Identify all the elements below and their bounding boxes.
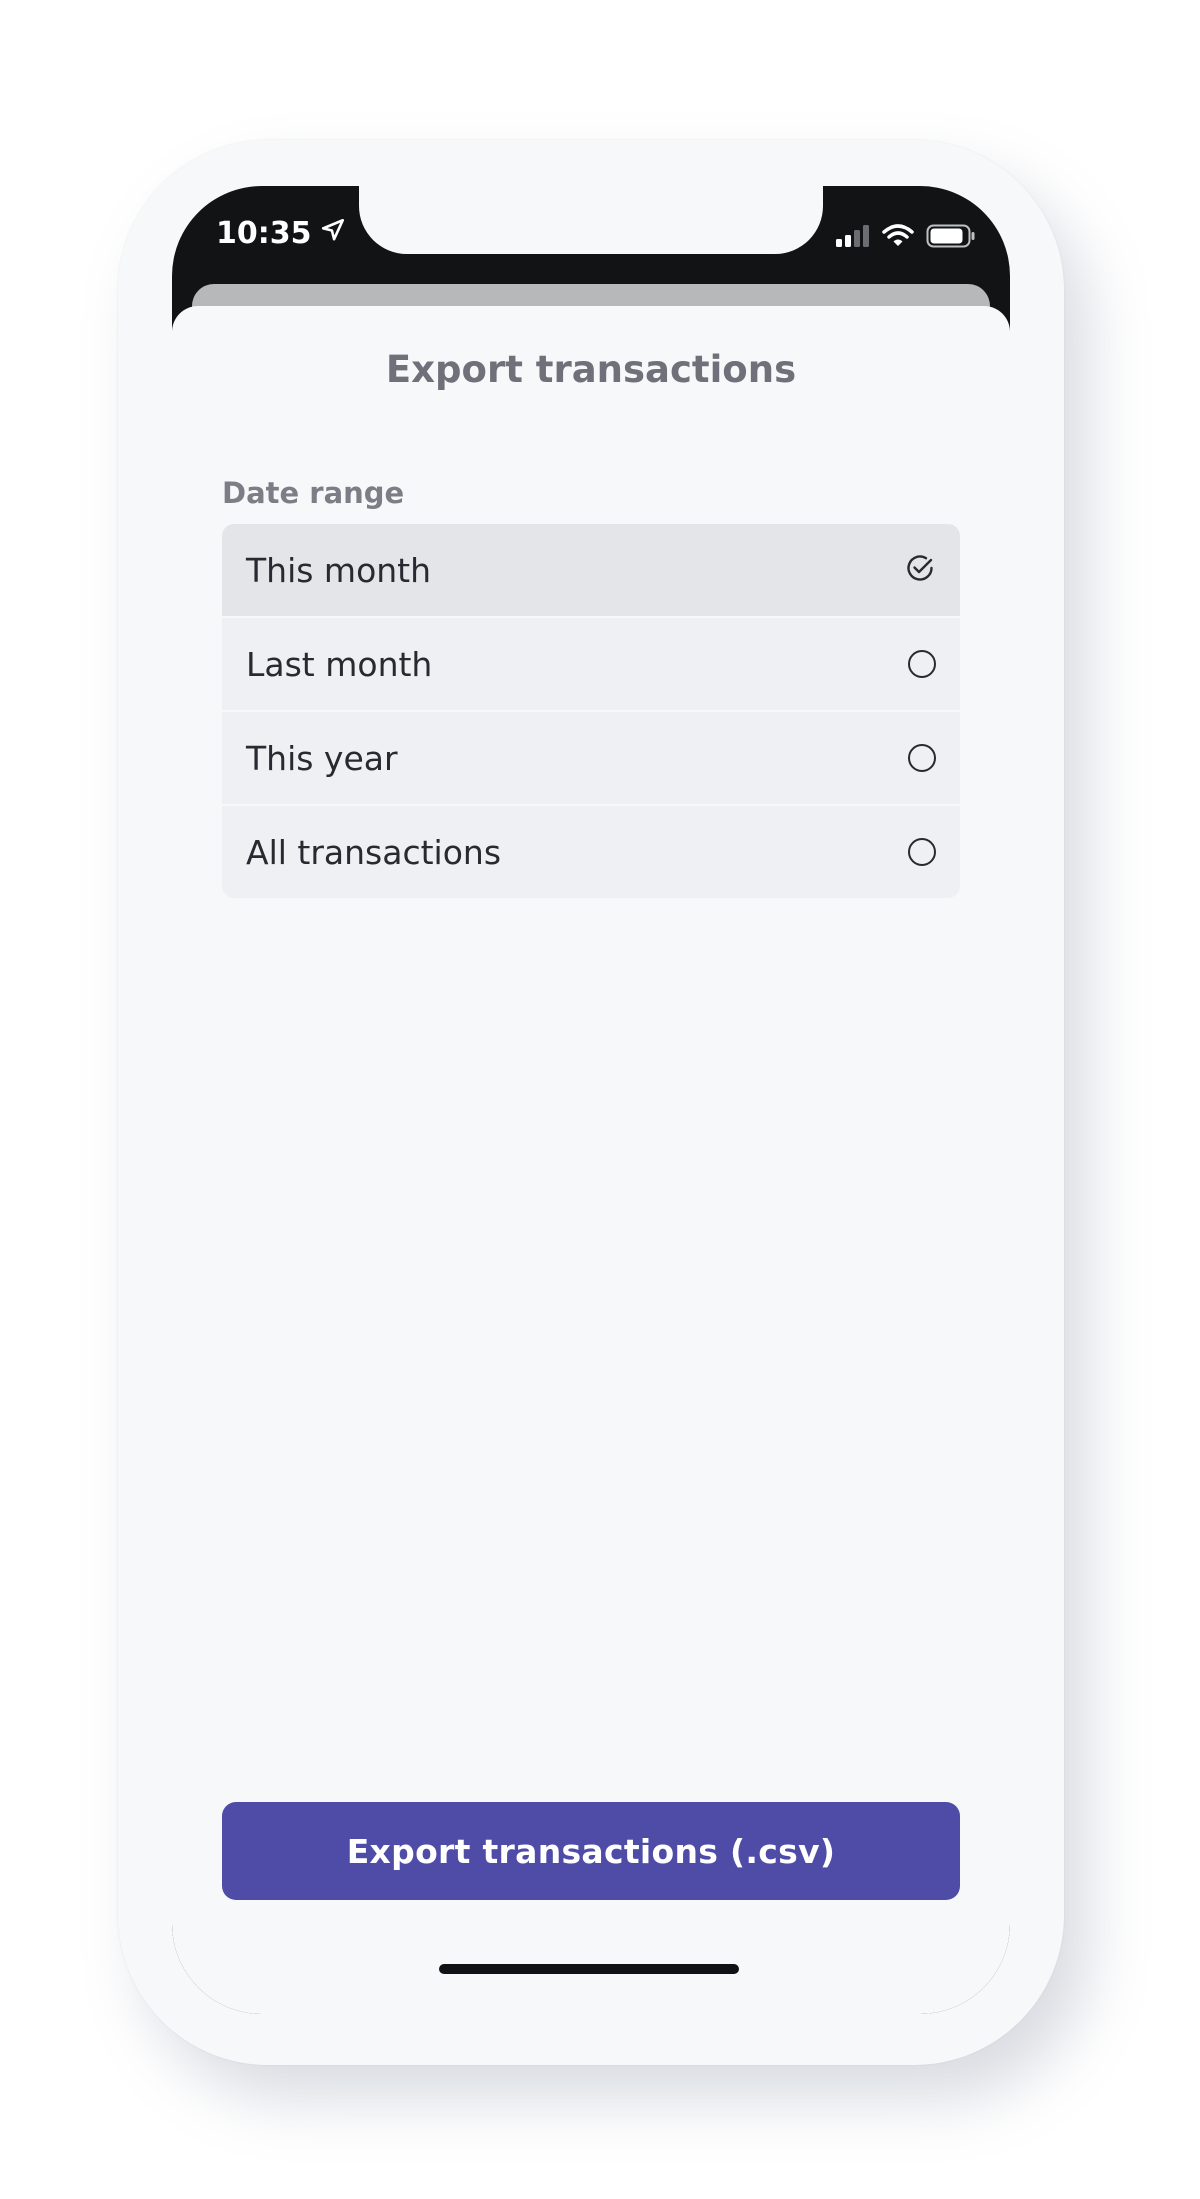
status-bar-icons xyxy=(836,224,976,252)
time-text: 10:35 xyxy=(216,216,312,251)
home-indicator[interactable] xyxy=(439,1964,739,1974)
battery-icon xyxy=(926,224,976,252)
date-range-label: Date range xyxy=(222,476,405,510)
radio-circle-icon xyxy=(908,838,936,866)
check-circle-icon xyxy=(904,552,936,588)
radio-circle-icon xyxy=(908,650,936,678)
wifi-icon xyxy=(882,224,914,252)
status-bar-time: 10:35 xyxy=(216,216,346,251)
date-range-options: This month Last month This year All tran… xyxy=(222,524,960,898)
radio-circle-icon xyxy=(908,744,936,772)
cellular-signal-icon xyxy=(836,225,870,251)
notch xyxy=(359,186,823,254)
option-label: This month xyxy=(246,550,432,590)
phone-screen: 10:35 Export transactions Date range Thi… xyxy=(172,186,1010,2014)
option-label: All transactions xyxy=(246,832,502,872)
sheet-title: Export transactions xyxy=(385,348,797,391)
option-last-month[interactable]: Last month xyxy=(222,618,960,712)
option-this-month[interactable]: This month xyxy=(222,524,960,618)
option-this-year[interactable]: This year xyxy=(222,712,960,806)
option-all-transactions[interactable]: All transactions xyxy=(222,806,960,898)
export-sheet: Export transactions Date range This mont… xyxy=(172,306,1010,2014)
option-label: Last month xyxy=(246,644,433,684)
export-csv-button[interactable]: Export transactions (.csv) xyxy=(222,1802,960,1900)
location-arrow-icon xyxy=(320,216,346,251)
option-label: This year xyxy=(246,738,398,778)
